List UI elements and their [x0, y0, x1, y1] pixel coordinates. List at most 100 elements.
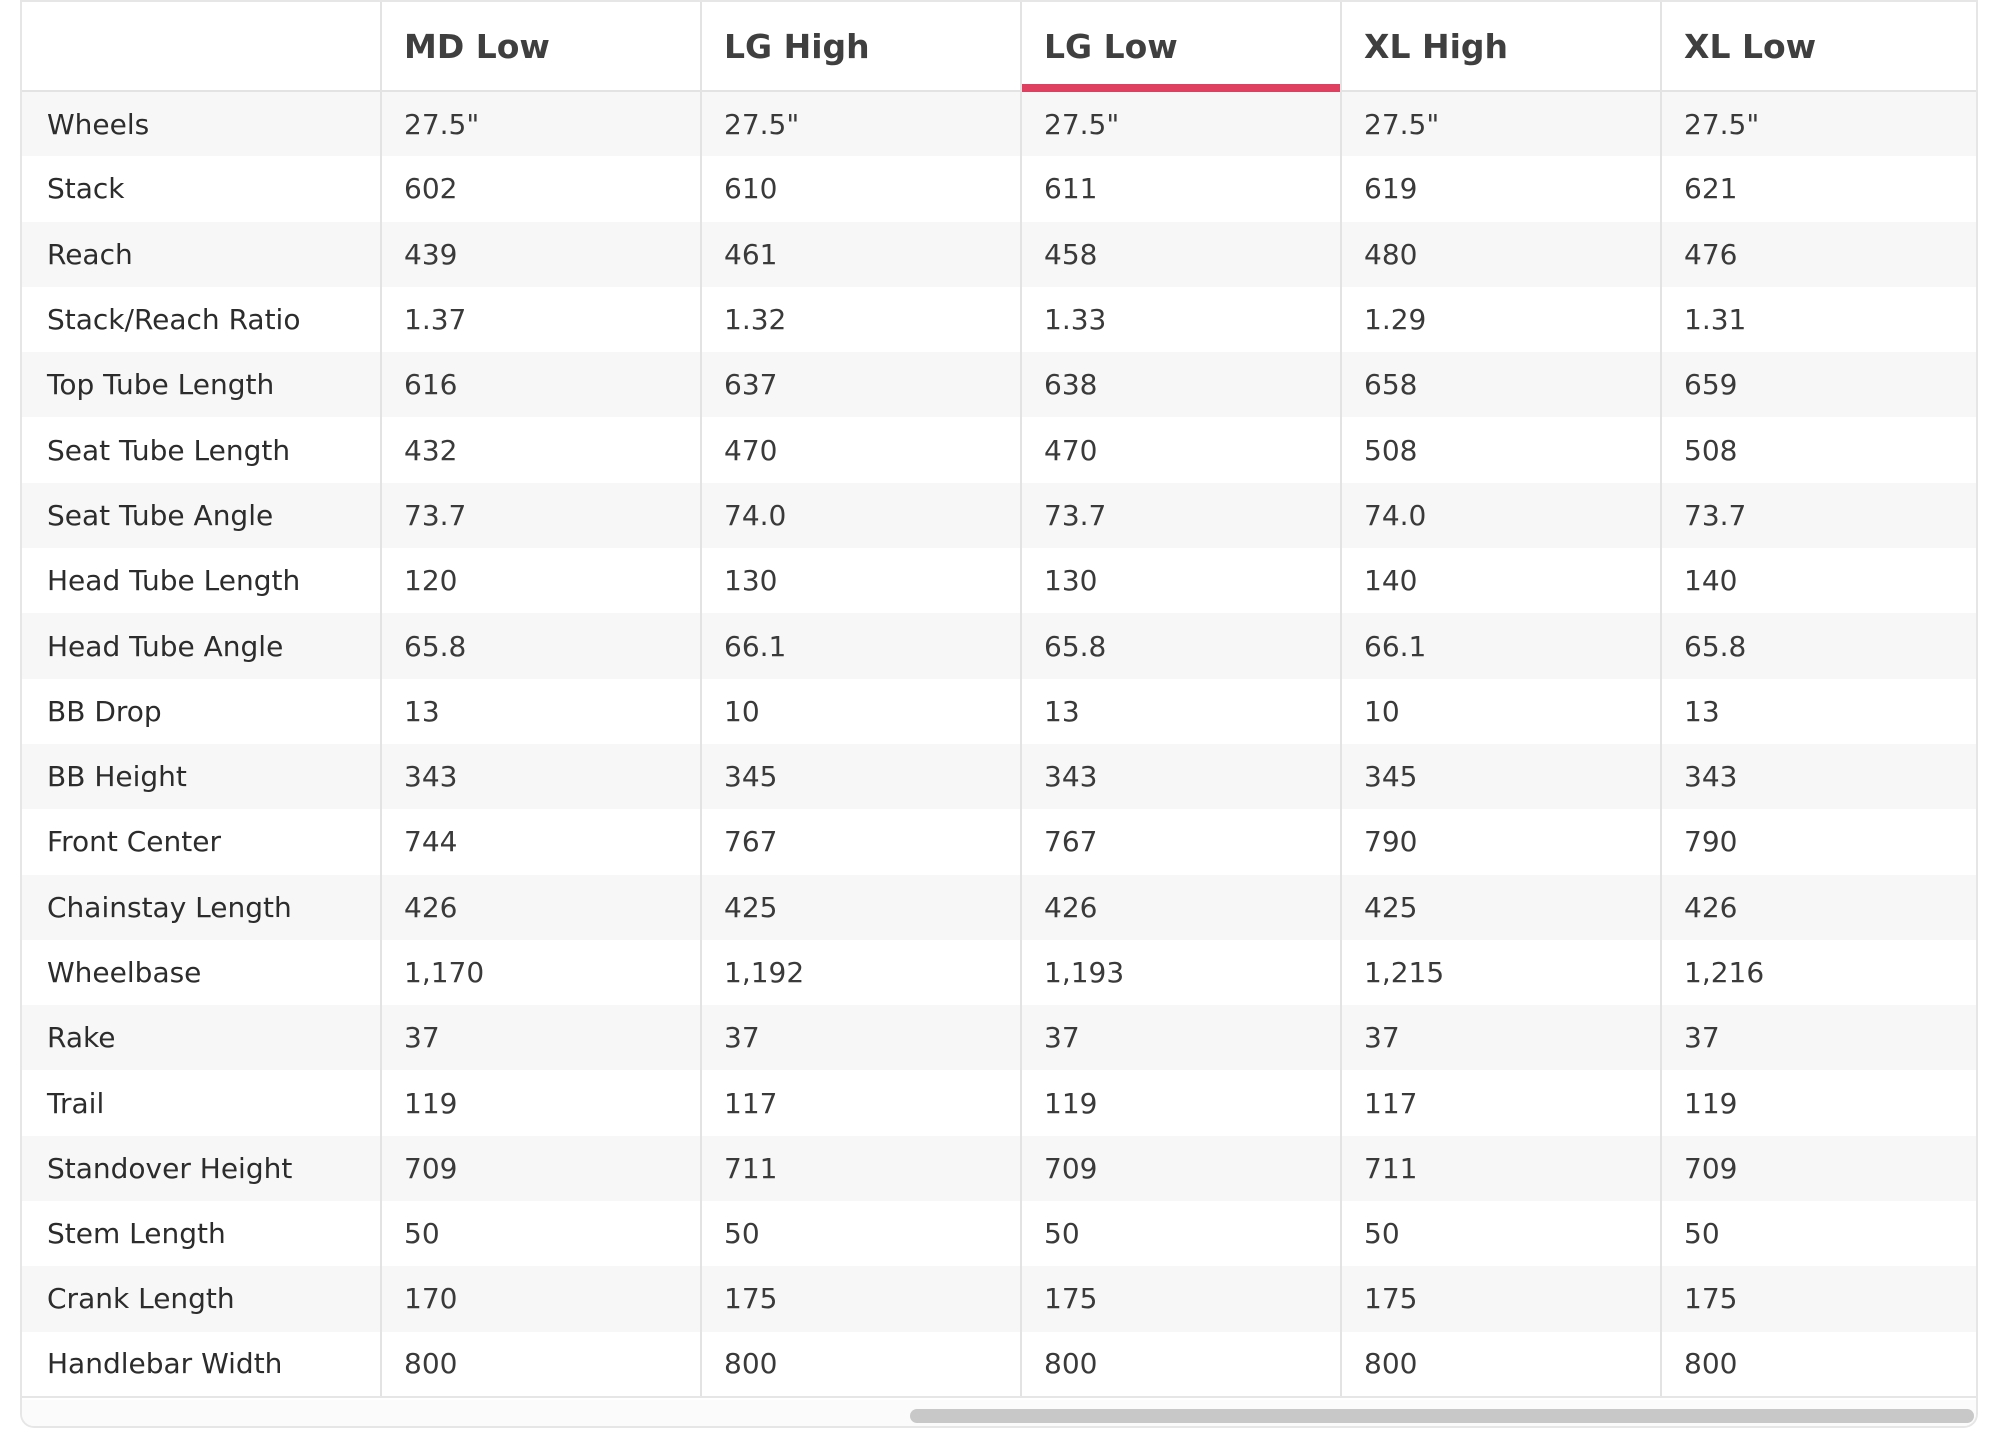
table-cell: 767 — [1020, 809, 1341, 875]
table-cell: 50 — [1340, 1201, 1661, 1267]
table-cell: 425 — [700, 874, 1021, 940]
table-cell: 1.31 — [1660, 286, 1976, 353]
table-cell: 461 — [700, 221, 1021, 287]
table-cell: 621 — [1660, 156, 1976, 222]
table-row: Seat Tube Angle 73.7 74.0 73.7 74.0 73.7 — [22, 482, 1976, 549]
table-cell: 800 — [1020, 1331, 1341, 1398]
table-cell: 175 — [1660, 1266, 1976, 1332]
table-cell: 50 — [1020, 1201, 1341, 1267]
table-cell: 1,192 — [700, 939, 1021, 1006]
row-label: Rake — [22, 1005, 381, 1071]
table-cell: 508 — [1660, 417, 1976, 483]
table-cell: 1.32 — [700, 286, 1021, 353]
table-cell: 119 — [380, 1070, 701, 1136]
table-cell: 10 — [700, 678, 1021, 744]
table-cell: 800 — [1660, 1331, 1976, 1398]
table-cell: 50 — [380, 1201, 701, 1267]
table-cell: 345 — [700, 743, 1021, 810]
table-cell: 1,215 — [1340, 939, 1661, 1006]
table-cell: 10 — [1340, 678, 1661, 744]
header-corner — [22, 0, 381, 92]
table-cell: 709 — [1020, 1135, 1341, 1202]
table-cell: 611 — [1020, 156, 1341, 222]
table-cell: 130 — [1020, 548, 1341, 614]
row-label: Stack/Reach Ratio — [22, 286, 381, 353]
table-cell: 1.33 — [1020, 286, 1341, 353]
table-cell: 709 — [1660, 1135, 1976, 1202]
table-row: Reach 439 461 458 480 476 — [22, 221, 1976, 287]
row-label: Chainstay Length — [22, 874, 381, 940]
row-label: Stem Length — [22, 1201, 381, 1267]
table-cell: 27.5" — [1020, 91, 1341, 157]
table-cell: 66.1 — [700, 613, 1021, 679]
table-row: Crank Length 170 175 175 175 175 — [22, 1266, 1976, 1332]
table-cell: 65.8 — [1020, 613, 1341, 679]
row-label: BB Height — [22, 743, 381, 810]
row-label: BB Drop — [22, 678, 381, 744]
row-label: Top Tube Length — [22, 352, 381, 418]
table-row: Front Center 744 767 767 790 790 — [22, 809, 1976, 875]
table-cell: 27.5" — [700, 91, 1021, 157]
table-cell: 659 — [1660, 352, 1976, 418]
table-cell: 343 — [1020, 743, 1341, 810]
table-cell: 37 — [1340, 1005, 1661, 1071]
table-cell: 117 — [1340, 1070, 1661, 1136]
table-cell: 50 — [1660, 1201, 1976, 1267]
table-cell: 119 — [1660, 1070, 1976, 1136]
horizontal-scrollbar-thumb[interactable] — [910, 1409, 1974, 1423]
table-cell: 790 — [1660, 809, 1976, 875]
table-cell: 470 — [1020, 417, 1341, 483]
table-row: Head Tube Angle 65.8 66.1 65.8 66.1 65.8 — [22, 613, 1976, 679]
row-label: Trail — [22, 1070, 381, 1136]
table-cell: 119 — [1020, 1070, 1341, 1136]
row-label: Reach — [22, 221, 381, 287]
table-cell: 13 — [380, 678, 701, 744]
table-cell: 709 — [380, 1135, 701, 1202]
table-cell: 800 — [700, 1331, 1021, 1398]
table-body: Wheels 27.5" 27.5" 27.5" 27.5" 27.5" Stack 602 6… — [22, 91, 1976, 1398]
column-header-lg-high[interactable]: LG High — [700, 0, 1021, 92]
table-cell: 508 — [1340, 417, 1661, 483]
table-row: Wheelbase 1,170 1,192 1,193 1,215 1,216 — [22, 939, 1976, 1006]
row-label: Seat Tube Angle — [22, 482, 381, 549]
table-cell: 1,216 — [1660, 939, 1976, 1006]
table-cell: 1,193 — [1020, 939, 1341, 1006]
table-cell: 175 — [1340, 1266, 1661, 1332]
table-cell: 432 — [380, 417, 701, 483]
table-cell: 27.5" — [1340, 91, 1661, 157]
column-header-lg-low[interactable]: LG Low — [1020, 0, 1341, 93]
table-cell: 470 — [700, 417, 1021, 483]
table-cell: 27.5" — [1660, 91, 1976, 157]
column-header-md-low[interactable]: MD Low — [380, 0, 701, 92]
table-row: Rake 37 37 37 37 37 — [22, 1005, 1976, 1071]
table-cell: 658 — [1340, 352, 1661, 418]
table-row: Top Tube Length 616 637 638 658 659 — [22, 352, 1976, 418]
table-cell: 458 — [1020, 221, 1341, 287]
table-cell: 130 — [700, 548, 1021, 614]
table-cell: 343 — [1660, 743, 1976, 810]
table-cell: 426 — [380, 874, 701, 940]
table-cell: 74.0 — [1340, 482, 1661, 549]
horizontal-scrollbar-track[interactable] — [22, 1400, 1976, 1426]
table-cell: 27.5" — [380, 91, 701, 157]
table-row: Stack/Reach Ratio 1.37 1.32 1.33 1.29 1.31 — [22, 286, 1976, 353]
table-cell: 790 — [1340, 809, 1661, 875]
table-cell: 711 — [1340, 1135, 1661, 1202]
table-cell: 602 — [380, 156, 701, 222]
table-cell: 140 — [1660, 548, 1976, 614]
table-cell: 13 — [1020, 678, 1341, 744]
table-cell: 711 — [700, 1135, 1021, 1202]
column-header-xl-high[interactable]: XL High — [1340, 0, 1661, 92]
row-label: Stack — [22, 156, 381, 222]
table-row: Stem Length 50 50 50 50 50 — [22, 1201, 1976, 1267]
table-row: Trail 119 117 119 117 119 — [22, 1070, 1976, 1136]
row-label: Seat Tube Length — [22, 417, 381, 483]
table-cell: 439 — [380, 221, 701, 287]
table-cell: 120 — [380, 548, 701, 614]
table-cell: 426 — [1660, 874, 1976, 940]
table-cell: 73.7 — [380, 482, 701, 549]
table-cell: 66.1 — [1340, 613, 1661, 679]
row-label: Wheelbase — [22, 939, 381, 1006]
row-label: Head Tube Length — [22, 548, 381, 614]
column-header-xl-low[interactable]: XL Low — [1660, 0, 1976, 92]
